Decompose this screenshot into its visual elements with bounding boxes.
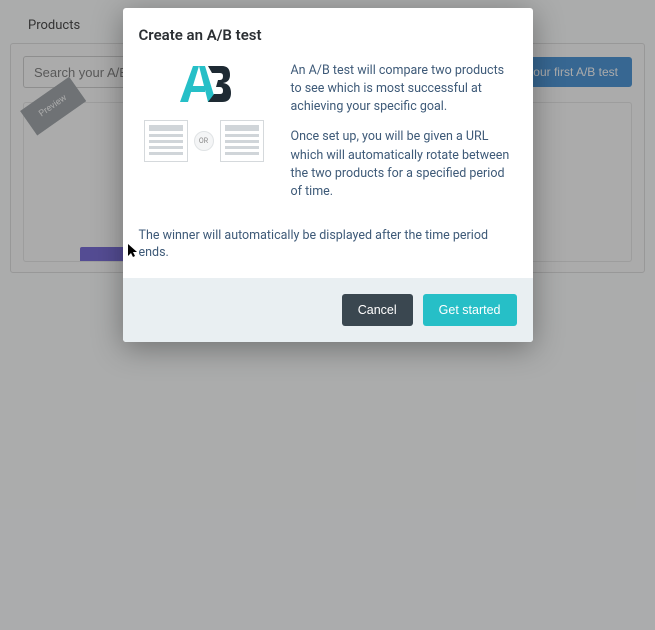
cancel-button[interactable]: Cancel bbox=[342, 294, 413, 326]
ab-logo-icon bbox=[176, 62, 232, 106]
or-badge: OR bbox=[194, 131, 214, 151]
modal-illustration: OR bbox=[139, 62, 269, 213]
diagram-page-a bbox=[144, 120, 188, 162]
get-started-button[interactable]: Get started bbox=[423, 294, 517, 326]
ab-diagram-icon: OR bbox=[144, 120, 264, 162]
modal-body: Create an A/B test OR bbox=[123, 8, 533, 278]
modal-intro-row: OR An A/B test will compare two products… bbox=[139, 62, 517, 213]
modal-paragraph-2: Once set up, you will be given a URL whi… bbox=[291, 128, 517, 201]
create-ab-test-modal: Create an A/B test OR bbox=[123, 8, 533, 342]
diagram-page-b bbox=[220, 120, 264, 162]
modal-overlay: Create an A/B test OR bbox=[0, 0, 655, 630]
modal-winner-line: The winner will automatically be display… bbox=[139, 227, 517, 262]
modal-paragraph-1: An A/B test will compare two products to… bbox=[291, 62, 517, 116]
modal-title: Create an A/B test bbox=[139, 26, 517, 44]
modal-actions: Cancel Get started bbox=[123, 278, 533, 342]
modal-intro-text: An A/B test will compare two products to… bbox=[291, 62, 517, 213]
